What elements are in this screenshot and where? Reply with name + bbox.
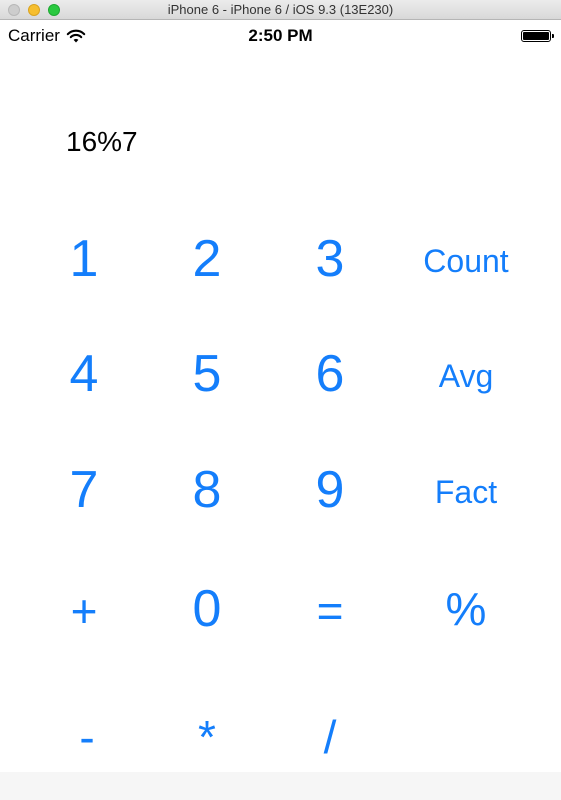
key-7-button[interactable]: 7 [24, 450, 144, 530]
status-bar: Carrier 2:50 PM [0, 20, 561, 50]
key-3-button[interactable]: 3 [270, 219, 390, 299]
key-2-button[interactable]: 2 [147, 219, 267, 299]
multiply-button[interactable]: * [147, 697, 267, 777]
divide-button[interactable]: / [270, 697, 390, 777]
equals-button[interactable]: = [270, 571, 390, 651]
percent-button[interactable]: % [406, 569, 526, 649]
bottom-edge [0, 772, 561, 800]
plus-button[interactable]: + [24, 571, 144, 651]
key-4-button[interactable]: 4 [24, 334, 144, 414]
key-6-button[interactable]: 6 [270, 334, 390, 414]
count-button[interactable]: Count [406, 221, 526, 301]
key-5-button[interactable]: 5 [147, 334, 267, 414]
status-time: 2:50 PM [248, 26, 313, 45]
fact-button[interactable]: Fact [406, 452, 526, 532]
expression-display: 16%7 [66, 126, 138, 157]
window-title: iPhone 6 - iPhone 6 / iOS 9.3 (13E230) [167, 2, 394, 17]
key-1-button[interactable]: 1 [24, 219, 144, 299]
key-0-button[interactable]: 0 [147, 569, 267, 649]
minus-button[interactable]: - [27, 697, 147, 777]
key-8-button[interactable]: 8 [147, 450, 267, 530]
simulator-title-bar: iPhone 6 - iPhone 6 / iOS 9.3 (13E230) [0, 0, 561, 20]
avg-button[interactable]: Avg [406, 336, 526, 416]
key-9-button[interactable]: 9 [270, 450, 390, 530]
battery-icon [521, 30, 554, 42]
